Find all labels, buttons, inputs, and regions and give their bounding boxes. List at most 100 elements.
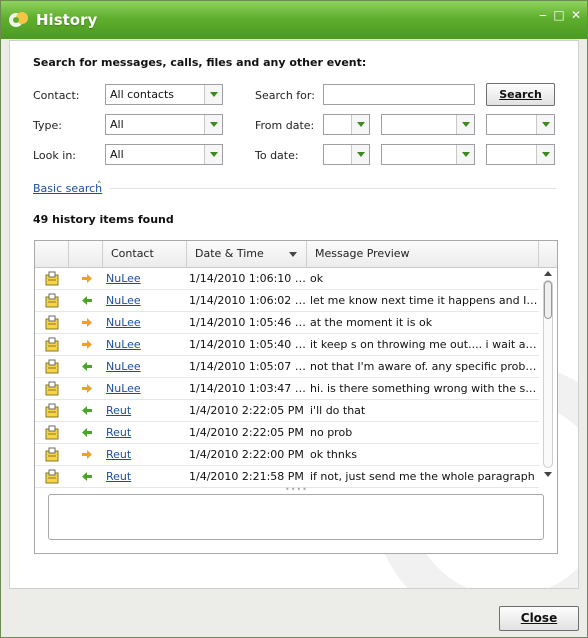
fromdate-year-select[interactable] (486, 114, 555, 135)
table-row[interactable]: NuLee 1/14/2010 1:03:47 PM hi. is there so… (35, 378, 539, 400)
vertical-scrollbar[interactable] (541, 268, 555, 482)
basic-search-link[interactable]: Basic search (33, 182, 102, 195)
chat-message-icon (45, 447, 59, 462)
table-row[interactable]: Reut 1/4/2010 2:22:00 PM ok thnks (35, 444, 539, 466)
minimize-icon[interactable]: ‒ (535, 7, 551, 23)
search-button[interactable]: Search (486, 83, 555, 106)
fromdate-day-select[interactable] (323, 114, 370, 135)
maximize-icon[interactable]: □ (551, 7, 567, 23)
arrow-left-icon (82, 362, 92, 371)
splitter-grip[interactable]: •••• (285, 485, 308, 494)
preview-cell: not that I'm aware of. any specific prob… (310, 360, 538, 373)
history-window: History ‒ □ ✕ Search for messages, calls… (0, 0, 588, 638)
arrow-left-icon (82, 296, 92, 305)
arrow-right-icon (82, 384, 92, 393)
datetime-cell: 1/4/2010 2:22:00 PM (189, 448, 304, 461)
chevron-down-icon[interactable] (204, 85, 222, 104)
double-chevron-up-icon[interactable]: ˄ (97, 181, 102, 191)
table-row[interactable]: NuLee 1/14/2010 1:05:46 PM at the moment i… (35, 312, 539, 334)
arrow-left-icon (82, 406, 92, 415)
chevron-down-icon[interactable] (351, 115, 369, 134)
chat-message-icon (45, 381, 59, 396)
type-select[interactable]: All (105, 114, 223, 135)
results-count: 49 history items found (33, 213, 174, 226)
datetime-cell: 1/14/2010 1:03:47 PM (189, 382, 307, 395)
arrow-right-icon (82, 318, 92, 327)
todate-day-select[interactable] (323, 144, 370, 165)
table-row[interactable]: NuLee 1/14/2010 1:05:40 PM it keep s on th… (35, 334, 539, 356)
column-header-contact[interactable]: Contact (103, 241, 187, 267)
close-button[interactable]: Close (499, 606, 579, 631)
contact-link[interactable]: Reut (106, 470, 186, 483)
table-row[interactable]: NuLee 1/14/2010 1:05:07 PM not that I'm aw… (35, 356, 539, 378)
lookin-label: Look in: (33, 149, 76, 162)
arrow-left-icon (82, 428, 92, 437)
datetime-cell: 1/4/2010 2:22:05 PM (189, 426, 304, 439)
chevron-down-icon[interactable] (536, 145, 554, 164)
contact-link[interactable]: Reut (106, 448, 186, 461)
title-bar[interactable]: History ‒ □ ✕ (1, 1, 587, 39)
preview-cell: if not, just send me the whole paragraph (310, 470, 535, 483)
scroll-track[interactable] (543, 280, 553, 468)
contact-link[interactable]: Reut (106, 404, 186, 417)
app-logo-icon (9, 12, 28, 27)
table-row[interactable]: NuLee 1/14/2010 1:06:02 PM let me know nex… (35, 290, 539, 312)
chat-message-icon (45, 403, 59, 418)
searchfor-input[interactable] (323, 84, 475, 105)
datetime-cell: 1/14/2010 1:06:10 PM (189, 272, 307, 285)
fromdate-month-select[interactable] (381, 114, 475, 135)
chevron-down-icon[interactable] (456, 115, 474, 134)
contact-label: Contact: (33, 89, 80, 102)
chat-message-icon (45, 271, 59, 286)
column-header-preview[interactable]: Message Preview (307, 241, 539, 267)
todate-month-select[interactable] (381, 144, 475, 165)
search-heading: Search for messages, calls, files and an… (33, 56, 367, 69)
contact-link[interactable]: Reut (106, 426, 186, 439)
table-row[interactable]: NuLee 1/14/2010 1:06:10 PM ok (35, 268, 539, 290)
datetime-cell: 1/14/2010 1:06:02 PM (189, 294, 307, 307)
scroll-thumb[interactable] (544, 281, 552, 319)
lookin-select[interactable]: All (105, 144, 223, 165)
chevron-down-icon[interactable] (204, 145, 222, 164)
table-row[interactable]: Reut 1/4/2010 2:22:05 PM i'll do that (35, 400, 539, 422)
datetime-cell: 1/4/2010 2:21:58 PM (189, 470, 304, 483)
sort-descending-icon (289, 252, 297, 257)
arrow-right-icon (82, 274, 92, 283)
divider (110, 188, 556, 189)
contact-link[interactable]: NuLee (106, 316, 186, 329)
search-button-label: Search (499, 88, 542, 101)
contact-link[interactable]: NuLee (106, 294, 186, 307)
chat-message-icon (45, 293, 59, 308)
contact-link[interactable]: NuLee (106, 338, 186, 351)
chevron-down-icon[interactable] (351, 145, 369, 164)
chat-message-icon (45, 425, 59, 440)
column-header-type[interactable] (35, 241, 69, 267)
chevron-down-icon[interactable] (204, 115, 222, 134)
contact-link[interactable]: NuLee (106, 360, 186, 373)
datetime-cell: 1/4/2010 2:22:05 PM (189, 404, 304, 417)
scroll-down-icon[interactable] (544, 472, 552, 477)
searchfor-label: Search for: (255, 89, 315, 102)
contact-select[interactable]: All contacts (105, 84, 223, 105)
contact-link[interactable]: NuLee (106, 272, 186, 285)
arrow-right-icon (82, 450, 92, 459)
preview-cell: hi. is there something wrong with the se… (310, 382, 538, 395)
close-icon[interactable]: ✕ (568, 7, 584, 23)
contact-link[interactable]: NuLee (106, 382, 186, 395)
datetime-cell: 1/14/2010 1:05:07 PM (189, 360, 307, 373)
chat-message-icon (45, 359, 59, 374)
todate-label: To date: (255, 149, 299, 162)
column-header-direction[interactable] (69, 241, 103, 267)
preview-cell: ok thnks (310, 448, 357, 461)
preview-cell: it keep s on throwing me out.... i wait … (310, 338, 538, 351)
scroll-up-icon[interactable] (544, 271, 552, 276)
table-row[interactable]: Reut 1/4/2010 2:22:05 PM no prob (35, 422, 539, 444)
preview-cell: i'll do that (310, 404, 366, 417)
arrow-left-icon (82, 472, 92, 481)
preview-cell: no prob (310, 426, 353, 439)
chevron-down-icon[interactable] (456, 145, 474, 164)
chevron-down-icon[interactable] (536, 115, 554, 134)
preview-cell: at the moment it is ok (310, 316, 433, 329)
todate-year-select[interactable] (486, 144, 555, 165)
main-panel: Search for messages, calls, files and an… (9, 40, 579, 589)
